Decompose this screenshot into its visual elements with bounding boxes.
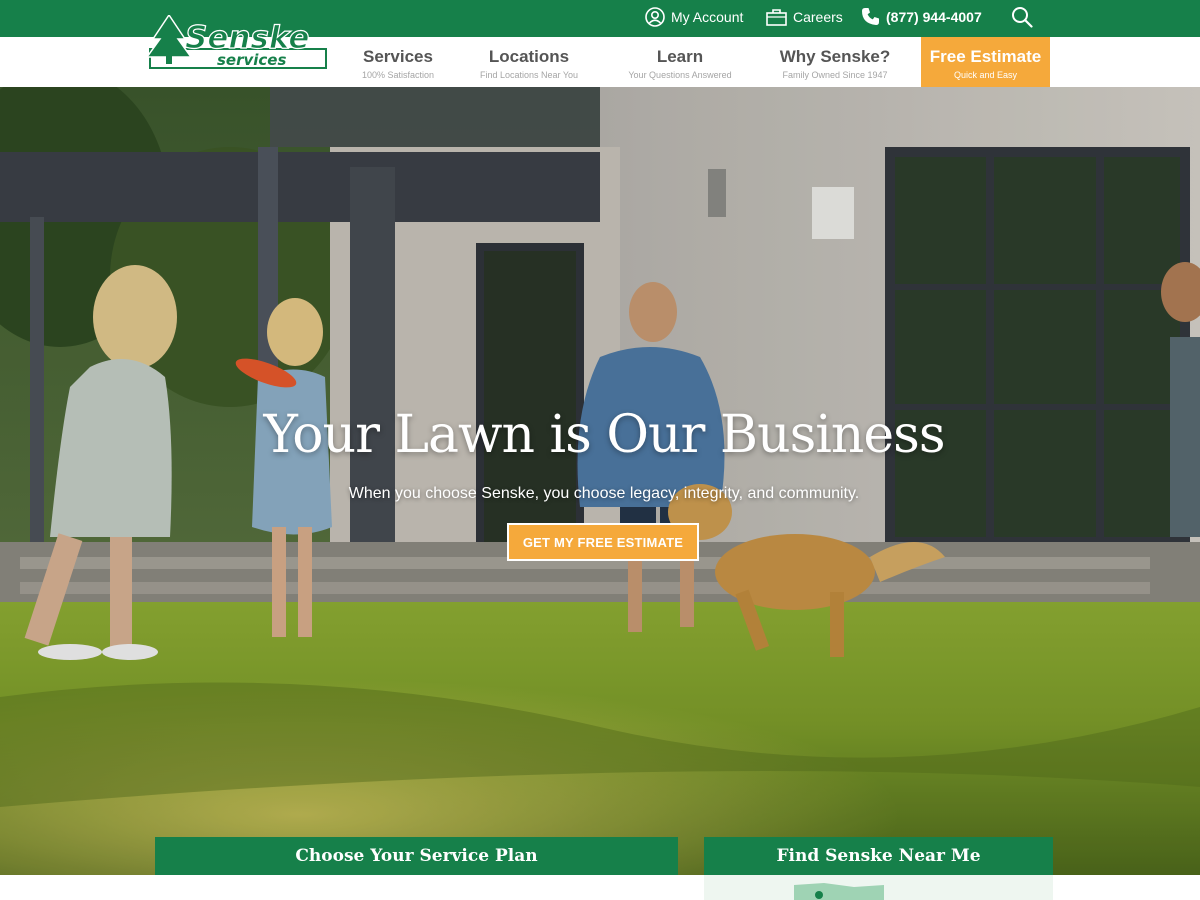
nav-locations-title: Locations [488, 47, 570, 66]
phone-link[interactable]: (877) 944-4007 [861, 0, 982, 33]
nav-why-title: Why Senske? [779, 47, 891, 66]
nav-learn-title: Learn [656, 47, 704, 66]
nav-services-subtitle: 100% Satisfaction [361, 70, 435, 80]
logo-subwordmark: services [217, 51, 286, 69]
my-account-label: My Account [671, 8, 744, 25]
hero-title: Your Lawn is Our Business [263, 405, 945, 465]
nav-learn[interactable]: Learn Your Questions Answered [614, 37, 746, 87]
service-plan-card-body [155, 875, 678, 900]
hero-section: Your Lawn is Our Business When you choos… [0, 87, 1200, 875]
nav-services[interactable]: Services 100% Satisfaction [352, 37, 444, 87]
nav-why-subtitle: Family Owned Since 1947 [782, 70, 888, 80]
nav-estimate-subtitle: Quick and Easy [953, 70, 1018, 80]
phone-icon [861, 7, 880, 26]
nav-free-estimate-button[interactable]: Free Estimate Quick and Easy [921, 37, 1050, 87]
nav-estimate-title: Free Estimate [929, 47, 1042, 66]
hero-background-image [0, 87, 1200, 875]
map-illustration [794, 883, 884, 900]
careers-link[interactable]: Careers [766, 0, 843, 33]
service-plan-card-header[interactable]: Choose Your Service Plan [155, 837, 678, 875]
nav-why-senske[interactable]: Why Senske? Family Owned Since 1947 [770, 37, 900, 87]
hero-subtitle: When you choose Senske, you choose legac… [348, 485, 860, 502]
nav-services-title: Services [363, 47, 433, 66]
nav-locations[interactable]: Locations Find Locations Near You [466, 37, 592, 87]
nav-locations-subtitle: Find Locations Near You [479, 70, 579, 80]
search-button[interactable] [1011, 0, 1039, 33]
phone-number: (877) 944-4007 [886, 8, 982, 25]
user-circle-icon [645, 6, 665, 27]
nav-learn-subtitle: Your Questions Answered [628, 70, 732, 80]
my-account-link[interactable]: My Account [645, 0, 743, 33]
senske-logo[interactable]: Senske services [145, 13, 329, 70]
search-icon [1011, 6, 1033, 28]
get-free-estimate-button[interactable]: GET MY FREE ESTIMATE [507, 523, 699, 561]
careers-label: Careers [793, 8, 843, 25]
find-near-me-card-body [704, 875, 1053, 900]
find-near-me-card-header[interactable]: Find Senske Near Me [704, 837, 1053, 875]
briefcase-icon [766, 8, 787, 26]
